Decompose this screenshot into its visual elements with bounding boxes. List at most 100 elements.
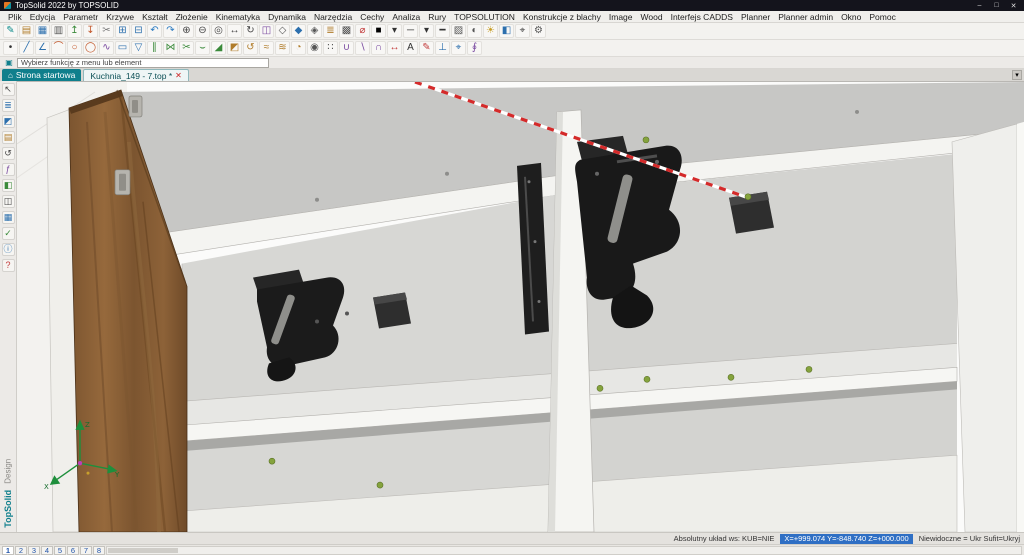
boolean-subtract-icon[interactable]: ∖	[355, 41, 370, 55]
chamfer-icon[interactable]: ◢	[211, 41, 226, 55]
menu-item[interactable]: Rury	[424, 12, 450, 22]
views-icon[interactable]: ◫	[1, 195, 15, 208]
redo-icon[interactable]: ↷	[163, 24, 178, 38]
menu-item[interactable]: Image	[605, 12, 637, 22]
hole-icon[interactable]: ◉	[307, 41, 322, 55]
bom-icon[interactable]: ▦	[1, 211, 15, 224]
right-side-panel[interactable]	[951, 121, 1024, 532]
hinge-bottom[interactable]	[114, 169, 131, 196]
ellipse-icon[interactable]: ◯	[83, 41, 98, 55]
menu-item[interactable]: Pomoc	[865, 12, 899, 22]
rectangle-icon[interactable]: ▭	[115, 41, 130, 55]
color-swatch-icon[interactable]: ■	[371, 24, 386, 38]
history-icon[interactable]: ↺	[1, 147, 15, 160]
constraint-icon[interactable]: ⊥	[435, 41, 450, 55]
settings-icon[interactable]: ⚙	[531, 24, 546, 38]
zoom-in-icon[interactable]: ⊕	[179, 24, 194, 38]
text-icon[interactable]: A	[403, 41, 418, 55]
save-icon[interactable]: ▦	[35, 24, 50, 38]
pattern-icon[interactable]: ∷	[323, 41, 338, 55]
menu-item[interactable]: Złożenie	[172, 12, 212, 22]
hidden-lines-icon[interactable]: ◈	[307, 24, 322, 38]
sheet-tab[interactable]: 5	[54, 545, 66, 555]
mirror-icon[interactable]: ⋈	[163, 41, 178, 55]
open-icon[interactable]: ▤	[19, 24, 34, 38]
view-cube-icon[interactable]: ◫	[259, 24, 274, 38]
copy-icon[interactable]: ⊞	[115, 24, 130, 38]
menu-item[interactable]: Analiza	[388, 12, 424, 22]
point-icon[interactable]: •	[3, 41, 18, 55]
menu-item[interactable]: Kinematyka	[212, 12, 264, 22]
sheet-tab[interactable]: 2	[15, 545, 27, 555]
pencil-icon[interactable]: ✎	[3, 24, 18, 38]
menu-item[interactable]: Narzędzia	[310, 12, 356, 22]
line-icon[interactable]: ╱	[19, 41, 34, 55]
menu-item[interactable]: Konstrukcje z blachy	[519, 12, 605, 22]
tab-overflow-button[interactable]: ▾	[1012, 70, 1022, 80]
maximize-button[interactable]: □	[990, 2, 1003, 9]
trim-icon[interactable]: ✂	[179, 41, 194, 55]
wireframe-icon[interactable]: ◇	[275, 24, 290, 38]
zoom-fit-icon[interactable]: ◎	[211, 24, 226, 38]
sheet-tab[interactable]: 7	[80, 545, 92, 555]
parameters-icon[interactable]: ƒ	[1, 163, 15, 176]
boolean-intersect-icon[interactable]: ∩	[371, 41, 386, 55]
close-tab-icon[interactable]: ✕	[175, 71, 182, 80]
line-style-icon[interactable]: ─	[403, 24, 418, 38]
materials-icon[interactable]: ◧	[1, 179, 15, 192]
grid-icon[interactable]: ▩	[339, 24, 354, 38]
tab-kuchnia-document[interactable]: Kuchnia_149 - 7.top * ✕	[83, 69, 189, 81]
cut-icon[interactable]: ✂	[99, 24, 114, 38]
paste-icon[interactable]: ⊟	[131, 24, 146, 38]
menu-item[interactable]: Planner	[737, 12, 774, 22]
sheet-tab[interactable]: 8	[93, 545, 105, 555]
sheet-tab[interactable]: 1	[2, 545, 14, 555]
dimension-icon[interactable]: ↔	[387, 41, 402, 55]
menu-item[interactable]: Wood	[637, 12, 667, 22]
layers-icon[interactable]: ≣	[323, 24, 338, 38]
menu-item[interactable]: Edycja	[26, 12, 60, 22]
select-icon[interactable]: ↖	[1, 83, 15, 96]
menu-item[interactable]: Krzywe	[102, 12, 138, 22]
zoom-out-icon[interactable]: ⊖	[195, 24, 210, 38]
menu-item[interactable]: Kształt	[138, 12, 172, 22]
layers-panel-icon[interactable]: ▤	[1, 131, 15, 144]
minimize-button[interactable]: –	[973, 2, 986, 9]
polygon-icon[interactable]: ▽	[131, 41, 146, 55]
sheet-tab[interactable]: 3	[28, 545, 40, 555]
extrude-icon[interactable]: ◩	[227, 41, 242, 55]
line-style-dropdown-icon[interactable]: ▾	[419, 24, 434, 38]
tab-start-page[interactable]: ⌂ Strona startowa	[2, 69, 82, 81]
help-icon[interactable]: ?	[1, 259, 15, 272]
annotation-icon[interactable]: ✎	[419, 41, 434, 55]
loft-icon[interactable]: ≋	[275, 41, 290, 55]
sweep-icon[interactable]: ≈	[259, 41, 274, 55]
arc-icon[interactable]: ⌒	[51, 41, 66, 55]
menu-item[interactable]: Interfejs CADDS	[667, 12, 737, 22]
check-icon[interactable]: ✓	[1, 227, 15, 240]
transparency-icon[interactable]: ◐	[467, 24, 482, 38]
close-button[interactable]: ✕	[1007, 2, 1020, 10]
horizontal-scrollbar[interactable]	[106, 545, 1022, 555]
menu-item[interactable]: Okno	[837, 12, 865, 22]
sheet-tab[interactable]: 4	[41, 545, 53, 555]
menu-item[interactable]: Parametr	[59, 12, 102, 22]
export-icon[interactable]: ↥	[67, 24, 82, 38]
sheet-tab[interactable]: 6	[67, 545, 79, 555]
3d-viewport[interactable]: Z X Y	[17, 81, 1024, 532]
circle-icon[interactable]: ○	[67, 41, 82, 55]
entities-icon[interactable]: ◩	[1, 115, 15, 128]
shell-icon[interactable]: ◔	[291, 41, 306, 55]
scrollbar-thumb[interactable]	[108, 547, 178, 553]
menu-item[interactable]: Dynamika	[264, 12, 310, 22]
undo-icon[interactable]: ↶	[147, 24, 162, 38]
light-icon[interactable]: ☀	[483, 24, 498, 38]
measure-icon[interactable]: ⌀	[355, 24, 370, 38]
line-weight-icon[interactable]: ━	[435, 24, 450, 38]
rotate-view-icon[interactable]: ↻	[243, 24, 258, 38]
revolve-icon[interactable]: ↺	[243, 41, 258, 55]
menu-item[interactable]: TOPSOLUTION	[450, 12, 519, 22]
offset-icon[interactable]: ∥	[147, 41, 162, 55]
camera-icon[interactable]: ⌖	[515, 24, 530, 38]
snap-icon[interactable]: ⌖	[451, 41, 466, 55]
